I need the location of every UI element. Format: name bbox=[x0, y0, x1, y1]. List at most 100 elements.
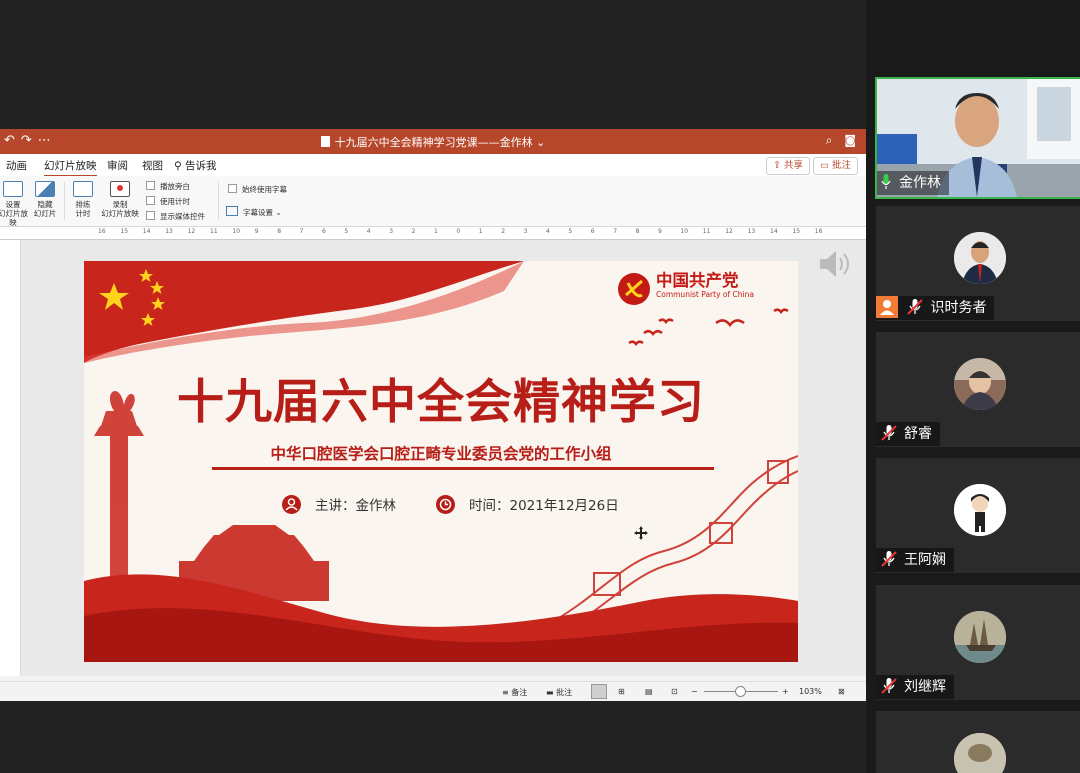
ruler-tick: 4 bbox=[546, 228, 550, 235]
ribbon: 设置 幻灯片放映 隐藏 幻灯片 排练 计时 录制 幻灯片放映 播放旁白 使用计时… bbox=[0, 176, 866, 227]
ruler-tick: 15 bbox=[120, 228, 129, 235]
participant-tile[interactable]: 识时务者 bbox=[876, 206, 1080, 321]
birds-decoration bbox=[628, 308, 789, 347]
ruler-tick: 1 bbox=[434, 228, 438, 235]
comments-status-button[interactable]: ▬ 批注 bbox=[546, 687, 572, 698]
ruler-tick: 1 bbox=[478, 228, 483, 235]
slide-sorter-icon[interactable]: ⊞ bbox=[618, 687, 625, 696]
ruler-tick: 14 bbox=[142, 228, 151, 235]
ribbon-tabs: 动画 幻灯片放映 审阅 视图 ⚲ 告诉我 ⇪ 共享 ▭ 批注 bbox=[0, 154, 866, 177]
zoom-slider-thumb[interactable] bbox=[735, 686, 746, 697]
tab-animations[interactable]: 动画 bbox=[6, 158, 27, 173]
mic-off-icon bbox=[880, 424, 898, 442]
ruler-tick: 8 bbox=[277, 228, 282, 235]
subtitle-settings-dropdown[interactable]: 字幕设置 ⌄ bbox=[226, 206, 282, 218]
normal-view-icon[interactable] bbox=[591, 684, 607, 699]
mic-off-icon bbox=[906, 298, 924, 316]
tell-me[interactable]: ⚲ 告诉我 bbox=[174, 158, 217, 173]
ruler-tick: 9 bbox=[254, 228, 259, 235]
rehearse-timings-button[interactable]: 排练 计时 bbox=[70, 181, 96, 218]
mic-off-icon bbox=[880, 677, 898, 695]
ruler-tick: 10 bbox=[680, 228, 689, 235]
ruler-tick: 14 bbox=[770, 228, 778, 235]
participant-tile-active[interactable]: 金作林 bbox=[875, 77, 1080, 199]
zoom-level[interactable]: 103% bbox=[799, 687, 822, 696]
participant-label: 识时务者 bbox=[876, 296, 995, 320]
host-icon bbox=[876, 296, 898, 318]
record-slideshow-button[interactable]: 录制 幻灯片放映 bbox=[100, 181, 140, 218]
tab-slideshow[interactable]: 幻灯片放映 bbox=[44, 158, 97, 177]
title-bar: ↶↷⋯ 十九届六中全会精神学习党课——金作林 ⌄ ⌕ ◙ bbox=[0, 129, 866, 154]
party-name-en: Communist Party of China bbox=[656, 290, 754, 299]
participant-tile[interactable]: 刘继辉 bbox=[876, 585, 1080, 700]
ruler-tick: 4 bbox=[366, 228, 371, 235]
vertical-ruler bbox=[0, 240, 21, 676]
date-info: 时间：2021年12月26日 bbox=[436, 494, 619, 514]
participant-label: 舒睿 bbox=[876, 422, 940, 446]
setup-slideshow-button[interactable]: 设置 幻灯片放映 bbox=[0, 181, 28, 227]
show-media-controls-checkbox[interactable]: 显示媒体控件 bbox=[146, 211, 205, 222]
ruler-tick: 16 bbox=[814, 228, 823, 235]
zoom-in-button[interactable]: + bbox=[782, 687, 789, 696]
avatar bbox=[954, 232, 1006, 284]
play-narrations-checkbox[interactable]: 播放旁白 bbox=[146, 181, 190, 192]
tab-view[interactable]: 视图 bbox=[142, 158, 163, 173]
slide-subtitle: 中华口腔医学会口腔正畸专业委员会党的工作小组 bbox=[270, 445, 612, 463]
zoom-out-button[interactable]: − bbox=[691, 687, 698, 696]
participant-label: 王阿娴 bbox=[876, 548, 954, 572]
ruler-tick: 13 bbox=[747, 228, 756, 235]
participant-tile[interactable]: 王阿娴 bbox=[876, 458, 1080, 573]
always-use-subtitles-checkbox[interactable]: 始终使用字幕 bbox=[228, 184, 287, 195]
ruler-tick: 8 bbox=[635, 228, 640, 235]
participant-tile[interactable]: 舒睿 bbox=[876, 332, 1080, 447]
subtitle-icon bbox=[226, 206, 238, 216]
reading-view-icon[interactable]: ▤ bbox=[645, 687, 653, 696]
ruler-tick: 7 bbox=[613, 228, 618, 235]
horizontal-ruler: 16 15 14 13 12 11 10 9 8 7 6 5 4 3 2 1 0 1 2 3 4 5 6 7 8 9 10 11 12 1… bbox=[0, 227, 866, 240]
lightbulb-icon: ⚲ bbox=[174, 160, 182, 172]
ruler-tick: 6 bbox=[590, 228, 595, 235]
tiananmen-decoration bbox=[179, 525, 329, 601]
use-timings-checkbox[interactable]: 使用计时 bbox=[146, 196, 190, 207]
participant-tile[interactable] bbox=[876, 711, 1080, 773]
share-button[interactable]: ⇪ 共享 bbox=[766, 157, 810, 175]
ruler-tick: 3 bbox=[389, 228, 394, 235]
fit-slide-icon[interactable]: ⊠ bbox=[838, 687, 845, 696]
ruler-tick: 6 bbox=[322, 228, 326, 235]
ruler-tick: 7 bbox=[299, 228, 304, 235]
participant-label: 刘继辉 bbox=[876, 675, 954, 699]
ruler-tick: 2 bbox=[501, 228, 506, 235]
setup-icon bbox=[3, 181, 23, 197]
avatar bbox=[954, 484, 1006, 536]
person-icon bbox=[282, 495, 301, 514]
ruler-tick: 12 bbox=[725, 228, 733, 235]
mic-off-icon bbox=[880, 550, 898, 568]
ruler-tick: 13 bbox=[165, 228, 173, 235]
file-icon bbox=[320, 136, 330, 147]
slideshow-view-icon[interactable]: ⊡ bbox=[671, 687, 678, 696]
hide-slide-button[interactable]: 隐藏 幻灯片 bbox=[32, 181, 58, 218]
avatar bbox=[954, 358, 1006, 410]
audio-icon[interactable] bbox=[818, 248, 854, 280]
ruler-tick: 5 bbox=[344, 228, 349, 235]
document-title: 十九届六中全会精神学习党课——金作林 ⌄ bbox=[0, 134, 866, 150]
ruler-tick: 11 bbox=[702, 228, 711, 235]
title-underline bbox=[212, 467, 714, 470]
ruler-tick: 3 bbox=[523, 228, 528, 235]
ruler-tick: 5 bbox=[568, 228, 573, 235]
ruler-tick: 9 bbox=[658, 228, 662, 235]
ruler-tick: 15 bbox=[792, 228, 801, 235]
profile-icon[interactable]: ◙ bbox=[844, 133, 856, 147]
timer-icon bbox=[73, 181, 93, 197]
mic-on-icon bbox=[881, 174, 891, 190]
ruler-tick: 16 bbox=[98, 228, 106, 235]
tab-review[interactable]: 审阅 bbox=[107, 158, 128, 173]
status-bar: ≡ 备注 ▬ 批注 ⊞ ▤ ⊡ − + 103% ⊠ bbox=[0, 681, 866, 701]
search-icon[interactable]: ⌕ bbox=[826, 133, 833, 147]
participant-label: 金作林 bbox=[877, 171, 949, 195]
comments-button[interactable]: ▭ 批注 bbox=[812, 157, 858, 175]
slide-title: 十九届六中全会精神学习 bbox=[177, 375, 705, 430]
party-name: 中国共产党 bbox=[656, 271, 739, 290]
notes-button[interactable]: ≡ 备注 bbox=[502, 687, 527, 698]
clock-icon bbox=[436, 495, 455, 514]
